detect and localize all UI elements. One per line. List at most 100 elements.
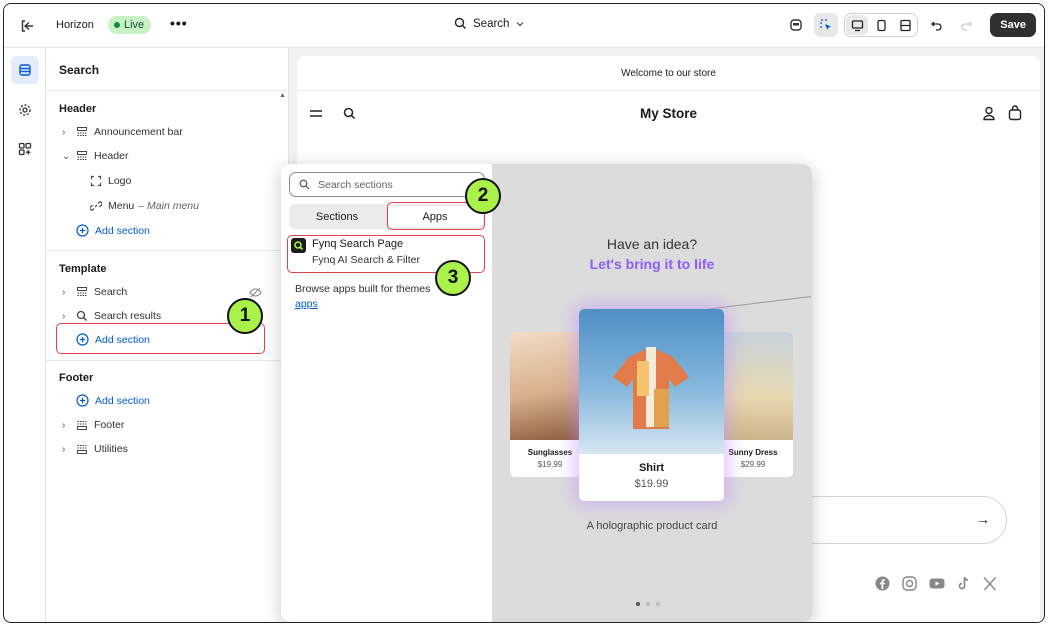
tiktok-icon[interactable] [957, 576, 971, 594]
youtube-icon[interactable] [929, 576, 945, 594]
sidebar-item-logo[interactable]: Logo [90, 175, 131, 187]
step-badge-3: 3 [435, 260, 471, 296]
sidebar-item-announcement-bar[interactable]: › Announcement bar [62, 126, 183, 138]
redo-icon[interactable] [954, 13, 978, 37]
undo-icon[interactable] [924, 13, 948, 37]
instagram-icon[interactable] [902, 576, 917, 594]
sidebar-item-menu[interactable]: Menu – Main menu [90, 200, 199, 212]
sidebar-item-label: Footer [94, 419, 125, 431]
sidebar-title: Search [59, 63, 100, 77]
app-window: Horizon Live ••• Search Save Search ▲ He… [3, 3, 1045, 623]
chevron-right-icon[interactable]: › [62, 420, 70, 431]
inspector-icon[interactable] [814, 13, 839, 37]
step-badge-2: 2 [465, 178, 501, 214]
social-links [875, 576, 997, 594]
product-image [510, 332, 590, 440]
carousel-dots [636, 602, 660, 606]
announcement-bar[interactable]: Welcome to our store [297, 56, 1040, 91]
product-name: Shirt [638, 462, 665, 474]
save-button[interactable]: Save [990, 13, 1036, 37]
product-name: Sunglasses [527, 448, 573, 457]
search-sections-input[interactable]: Search sections [289, 172, 485, 197]
promo-caption: A holographic product card [586, 520, 718, 532]
footer-group-title: Footer [59, 372, 94, 384]
x-twitter-icon[interactable] [983, 576, 997, 594]
browse-apps-link[interactable]: apps [295, 298, 318, 310]
sidebar-item-search-results[interactable]: › Search results [62, 310, 161, 322]
add-section-header-button[interactable]: Add section [76, 224, 150, 237]
sidebar-item-header[interactable]: ⌄ Header [62, 150, 128, 162]
carousel-dot[interactable] [636, 602, 640, 606]
product-price: $29.99 [740, 460, 766, 469]
search-icon [76, 310, 87, 321]
page-selector[interactable]: Search [454, 17, 525, 30]
app-embeds-icon[interactable] [784, 13, 808, 37]
arrow-right-icon[interactable]: → [976, 511, 990, 527]
theme-name[interactable]: Horizon [56, 19, 94, 31]
sidebar-item-label: Utilities [94, 443, 128, 455]
plus-circle-icon [76, 224, 89, 237]
live-dot-icon [114, 22, 120, 28]
carousel-dot[interactable] [646, 602, 650, 606]
template-group-title: Template [59, 263, 107, 275]
section-icon [77, 287, 87, 296]
chevron-right-icon[interactable]: › [62, 444, 70, 455]
product-price: $19.99 [634, 478, 669, 490]
sidebar-item-label: Header [94, 150, 129, 162]
settings-icon[interactable] [11, 96, 39, 124]
cart-icon[interactable] [1008, 105, 1022, 124]
tab-sections[interactable]: Sections [289, 204, 385, 229]
store-name: My Store [639, 106, 697, 121]
sidebar-item-label: Announcement bar [94, 126, 183, 138]
step-badge-1: 1 [227, 298, 263, 334]
exit-icon[interactable] [18, 17, 36, 35]
product-image [579, 309, 724, 454]
promo-title: Have an idea? [606, 236, 698, 252]
link-icon [90, 201, 102, 211]
plus-circle-icon [76, 394, 89, 407]
footer-section-icon [77, 421, 87, 430]
product-card-center: Shirt $19.99 [579, 309, 724, 501]
sidebar-item-utilities[interactable]: › Utilities [62, 443, 128, 455]
carousel-dot[interactable] [656, 602, 660, 606]
sidebar-item-footer[interactable]: › Footer [62, 419, 124, 431]
account-icon[interactable] [982, 106, 996, 124]
search-placeholder: Search sections [318, 178, 393, 191]
add-section-footer-button[interactable]: Add section [76, 394, 150, 407]
fullscreen-view-icon[interactable] [894, 15, 916, 35]
chevron-right-icon[interactable]: › [62, 311, 70, 322]
facebook-icon[interactable] [875, 576, 890, 594]
product-price: $19.99 [537, 460, 563, 469]
product-card-right: Sunny Dress $29.99 [713, 332, 793, 477]
viewport-switcher [844, 13, 919, 37]
product-image [713, 332, 793, 440]
desktop-view-icon[interactable] [846, 15, 869, 35]
chevron-down-icon[interactable]: ⌄ [62, 151, 70, 162]
add-section-label: Add section [95, 224, 150, 237]
store-header: My Store [297, 104, 1040, 126]
product-card-left: Sunglasses $19.99 [510, 332, 590, 477]
divider [46, 90, 288, 91]
page-selector-label: Search [473, 17, 510, 30]
apps-icon[interactable] [11, 135, 39, 163]
mobile-view-icon[interactable] [870, 15, 892, 35]
sidebar-item-label: Search [94, 286, 128, 298]
sections-icon[interactable] [11, 56, 39, 84]
chevron-right-icon[interactable]: › [62, 287, 70, 298]
sidebar-item-label: Menu [108, 200, 135, 212]
toolbar-actions: Save [784, 13, 1036, 37]
more-actions-button[interactable]: ••• [170, 15, 188, 31]
sidebar-item-search[interactable]: › Search [62, 286, 127, 298]
chevron-right-icon[interactable]: › [62, 127, 70, 138]
live-label: Live [124, 19, 145, 31]
scroll-up-icon[interactable]: ▲ [279, 92, 286, 99]
left-rail [4, 48, 46, 622]
header-group-title: Header [59, 103, 97, 115]
popover-list-pane: Search sections Sections Apps Fynq Searc… [281, 164, 492, 622]
logo-block-icon [90, 175, 102, 187]
top-bar: Horizon Live ••• Search Save [4, 4, 1044, 48]
browse-text: Browse apps built for themes [295, 283, 431, 295]
sidebar-item-label: Logo [108, 175, 132, 187]
promo-subtitle: Let's bring it to life [589, 256, 715, 272]
search-icon [454, 17, 466, 29]
